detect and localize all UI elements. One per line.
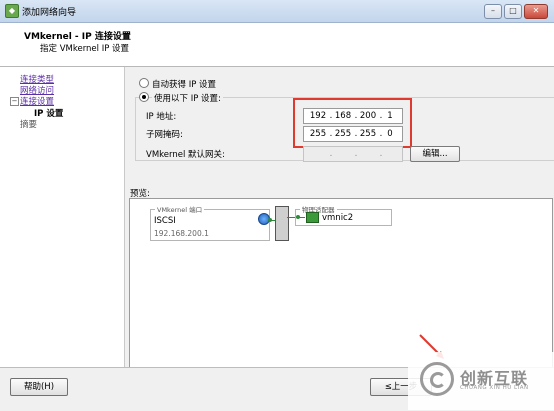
window-title: 添加网络向导 bbox=[22, 8, 77, 18]
subnet-mask-label: 子网掩码: bbox=[146, 130, 183, 140]
gateway-label: VMkernel 默认网关: bbox=[146, 150, 225, 160]
help-button[interactable]: 帮助(H) bbox=[10, 378, 68, 396]
nav-item-summary: 摘要 bbox=[20, 120, 38, 130]
gateway-dot: . bbox=[329, 149, 333, 159]
manual-ip-label: 使用以下 IP 设置: bbox=[152, 92, 223, 104]
ip-highlight-box bbox=[293, 98, 412, 148]
page-subtitle: 指定 VMkernel IP 设置 bbox=[40, 44, 130, 54]
port-ip: 192.168.200.1 bbox=[154, 229, 209, 238]
nic-icon bbox=[306, 212, 319, 223]
vswitch-bar bbox=[275, 206, 289, 241]
manual-ip-radio[interactable] bbox=[139, 92, 149, 102]
nav-item-ip-settings: IP 设置 bbox=[34, 109, 64, 119]
adapter-name: vmnic2 bbox=[322, 213, 354, 223]
watermark-subtext: CHUANG XIN HU LIAN bbox=[460, 385, 529, 391]
window-titlebar: ◆ 添加网络向导 – □ ✕ bbox=[0, 0, 554, 23]
collapse-icon[interactable]: − bbox=[10, 97, 19, 106]
maximize-button[interactable]: □ bbox=[504, 4, 522, 19]
gateway-dot: . bbox=[379, 149, 383, 159]
port-name: ISCSI bbox=[154, 216, 176, 226]
watermark: 创新互联 CHUANG XIN HU LIAN bbox=[408, 352, 554, 410]
physical-adapter-group: 物理适配器 vmnic2 bbox=[295, 204, 392, 226]
auto-ip-label: 自动获得 IP 设置 bbox=[152, 80, 217, 90]
connector-dot bbox=[268, 218, 272, 222]
minimize-button[interactable]: – bbox=[484, 4, 502, 19]
edit-gateway-button[interactable]: 编辑... bbox=[410, 146, 460, 162]
watermark-logo-icon bbox=[420, 362, 454, 396]
gateway-dot: . bbox=[354, 149, 358, 159]
wizard-header: VMkernel - IP 连接设置 指定 VMkernel IP 设置 bbox=[0, 23, 554, 67]
app-icon: ◆ bbox=[5, 4, 19, 18]
nav-item-connection-settings[interactable]: 连接设置 bbox=[20, 95, 54, 107]
close-button[interactable]: ✕ bbox=[524, 4, 548, 19]
vmkernel-port-group: VMkernel 端口 ISCSI 192.168.200.1 bbox=[150, 204, 270, 241]
auto-ip-radio[interactable] bbox=[139, 78, 149, 88]
page-title: VMkernel - IP 连接设置 bbox=[24, 32, 131, 42]
ip-address-label: IP 地址: bbox=[146, 112, 177, 122]
preview-pane: VMkernel 端口 ISCSI 192.168.200.1 物理适配器 vm… bbox=[129, 198, 553, 368]
gateway-field: . . . bbox=[303, 146, 403, 162]
wizard-steps: 连接类型 网络访问 − 连接设置 IP 设置 摘要 bbox=[0, 67, 125, 367]
vmkernel-port-title: VMkernel 端口 bbox=[155, 204, 205, 214]
